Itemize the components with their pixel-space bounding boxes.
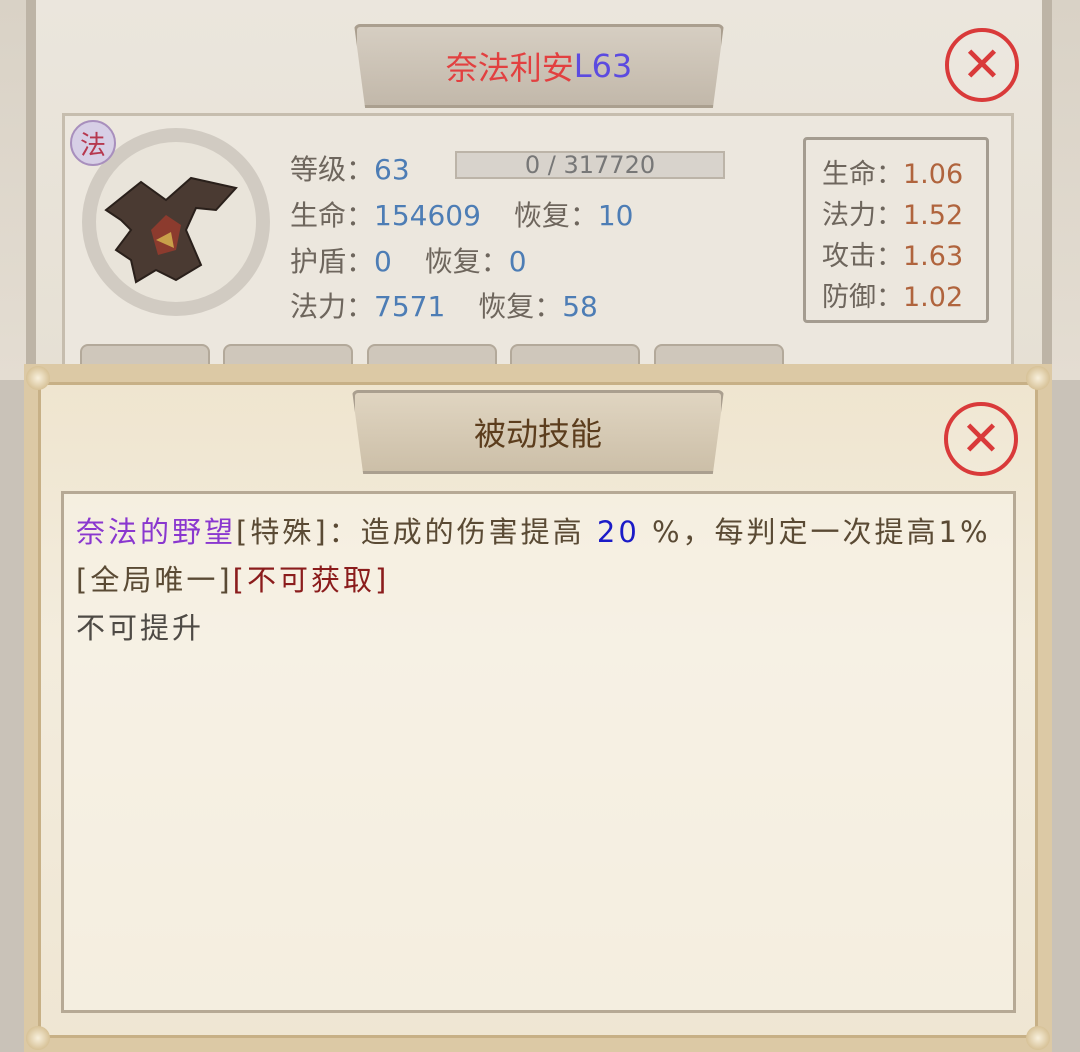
growth-value: 1.52 [903,200,964,231]
skill-panel-title: 被动技能 [352,390,724,474]
close-icon: ✕ [961,37,1003,93]
exp-bar: 0 / 317720 [455,151,725,179]
skill-description-box: 奈法的野望[特殊]：造成的伤害提高 20 %，每判定一次提高1%[全局唯一][不… [61,491,1016,1013]
unobtainable-tag: [不可获取] [232,563,390,597]
growth-label: 生命： [822,159,903,190]
panel-corner-ornament [26,366,50,390]
shield-value: 0 [374,245,392,278]
growth-row-attack: 攻击：1.63 [822,234,986,275]
growth-row-hp: 生命：1.06 [822,152,986,193]
growth-label: 法力： [822,200,903,231]
upgrade-status: 不可提升 [76,611,205,645]
level-value: 63 [374,153,410,186]
character-name: 奈法利安 [445,49,574,87]
panel-corner-ornament [26,1026,50,1050]
growth-row-mp: 法力：1.52 [822,193,986,234]
mp-regen-label: 恢复： [478,290,563,323]
close-icon: ✕ [960,411,1002,467]
skill-value: 20 [596,515,640,549]
skill-name: 奈法的野望 [76,515,237,549]
skill-desc-part1: [特殊]：造成的伤害提高 [236,515,597,549]
growth-value: 1.02 [903,282,964,313]
growth-label: 防御： [822,282,903,313]
shield-label: 护盾： [290,245,375,278]
panel-corner-ornament [1026,366,1050,390]
level-label: 等级： [290,153,375,186]
character-title-plate: 奈法利安 L63 [354,24,724,108]
hp-regen-label: 恢复： [513,199,598,232]
shield-regen-value: 0 [508,245,527,278]
character-panel: 奈法利安 L63 ✕ 法 等级：63 0 / 317720 生命：154609 恢… [0,0,1080,383]
growth-label: 攻击： [822,241,903,272]
hp-label: 生命： [290,199,375,232]
growth-value: 1.06 [903,159,964,190]
character-close-button[interactable]: ✕ [945,28,1019,102]
skill-close-button[interactable]: ✕ [944,402,1018,476]
hp-value: 154609 [374,199,481,232]
dragon-portrait [104,176,238,284]
mp-label: 法力： [290,290,375,323]
shield-regen-label: 恢复： [424,245,509,278]
mp-value: 7571 [374,290,446,323]
hp-regen-value: 10 [597,199,634,232]
growth-row-defense: 防御：1.02 [822,275,986,316]
mp-row: 法力：7571 恢复：58 [290,285,598,325]
hp-row: 生命：154609 恢复：10 [290,194,633,234]
growth-box: 生命：1.06 法力：1.52 攻击：1.63 防御：1.02 [803,137,989,323]
character-level-tag: L63 [573,47,633,85]
level-row: 等级：63 [290,148,410,188]
panel-corner-ornament [1026,1026,1050,1050]
growth-value: 1.63 [903,241,964,272]
shield-row: 护盾：0 恢复：0 [290,240,527,280]
mage-badge-icon: 法 [70,120,116,166]
mp-regen-value: 58 [562,290,598,323]
